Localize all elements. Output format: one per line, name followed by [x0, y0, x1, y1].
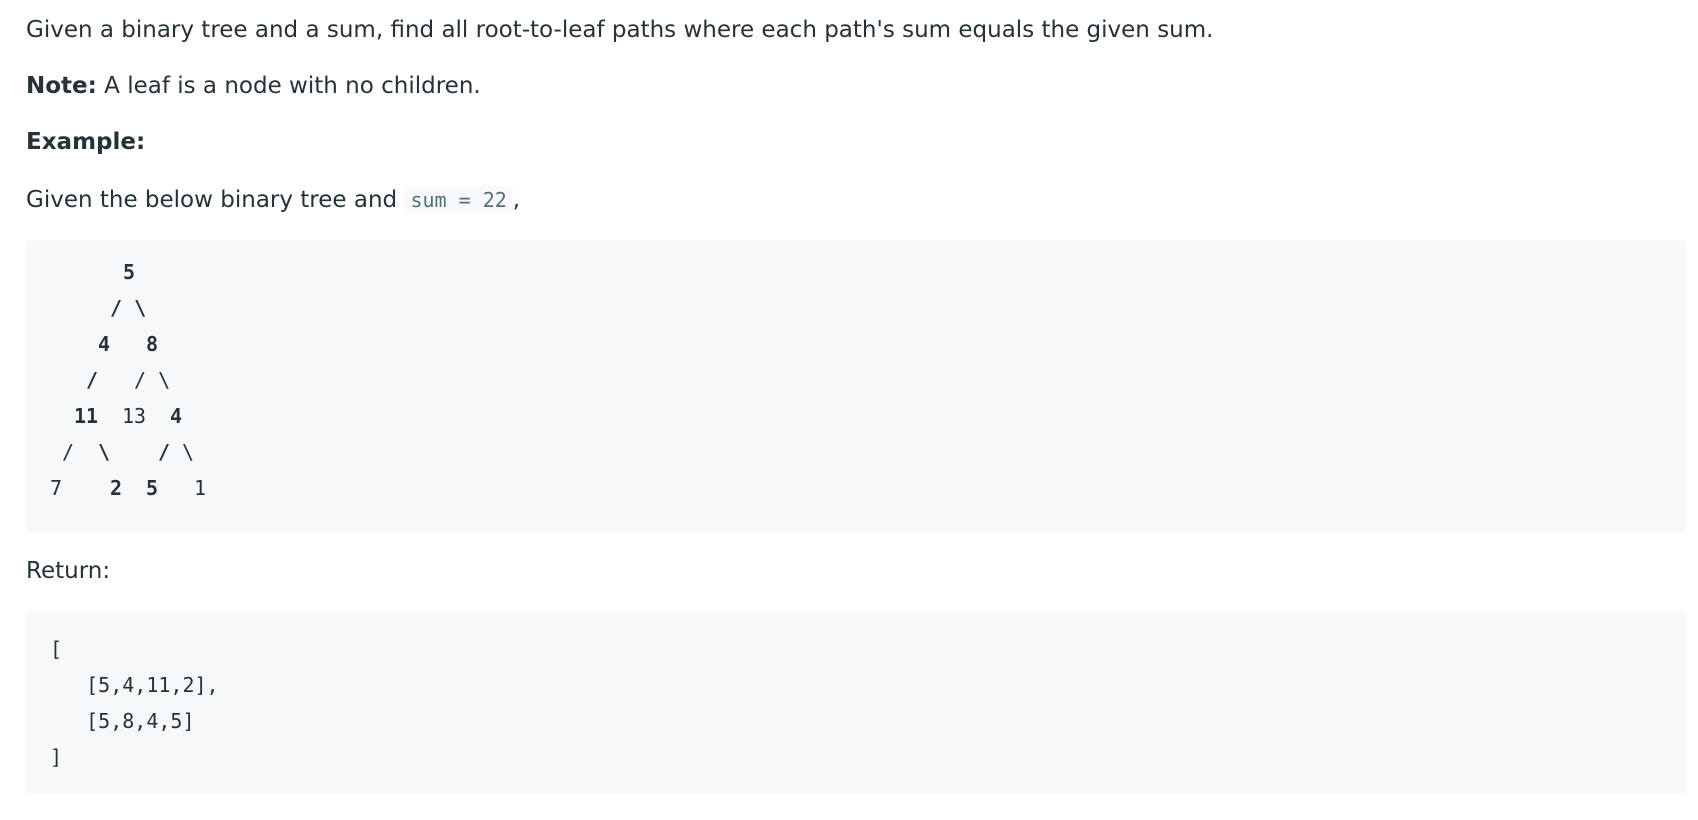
return-line: ]	[50, 745, 63, 769]
tree-node: 1	[194, 476, 207, 500]
note-paragraph: Note: A leaf is a node with no children.	[26, 70, 481, 102]
tree-edge: \	[98, 440, 111, 464]
tree-edge: /	[158, 440, 171, 464]
tree-node: 4	[170, 404, 183, 428]
sum-inline-code: sum = 22	[404, 186, 513, 214]
tree-node: 4	[98, 332, 111, 356]
return-line: [5,4,11,2],	[50, 673, 219, 697]
tree-node: 5	[146, 476, 159, 500]
tree-node: 2	[110, 476, 123, 500]
given-prefix: Given the below binary tree and	[26, 187, 405, 213]
tree-node: 13	[122, 404, 147, 428]
tree-edge: /	[86, 368, 99, 392]
tree-edge: / \	[134, 368, 171, 392]
tree-node: 5	[123, 260, 136, 284]
tree-code-block: 5 / \ 4 8 / / \ 11 13 4 / \ / \ 7 2 5 1	[26, 240, 1686, 532]
given-paragraph: Given the below binary tree and sum = 22…	[26, 184, 520, 216]
note-label: Note:	[26, 73, 97, 99]
given-suffix: ,	[512, 187, 521, 213]
tree-node: 11	[74, 404, 99, 428]
tree-edge: \	[182, 440, 195, 464]
tree-node: 7	[50, 476, 63, 500]
note-text: A leaf is a node with no children.	[96, 73, 481, 99]
example-label: Example:	[26, 129, 146, 155]
tree-edge: / \	[110, 296, 147, 320]
problem-intro: Given a binary tree and a sum, find all …	[26, 17, 1214, 43]
return-label: Return:	[26, 558, 111, 584]
return-line: [5,8,4,5]	[50, 709, 195, 733]
return-line: [	[50, 637, 63, 661]
tree-edge: /	[62, 440, 75, 464]
return-code-block: [ [5,4,11,2], [5,8,4,5] ]	[26, 611, 1686, 793]
tree-node: 8	[146, 332, 159, 356]
